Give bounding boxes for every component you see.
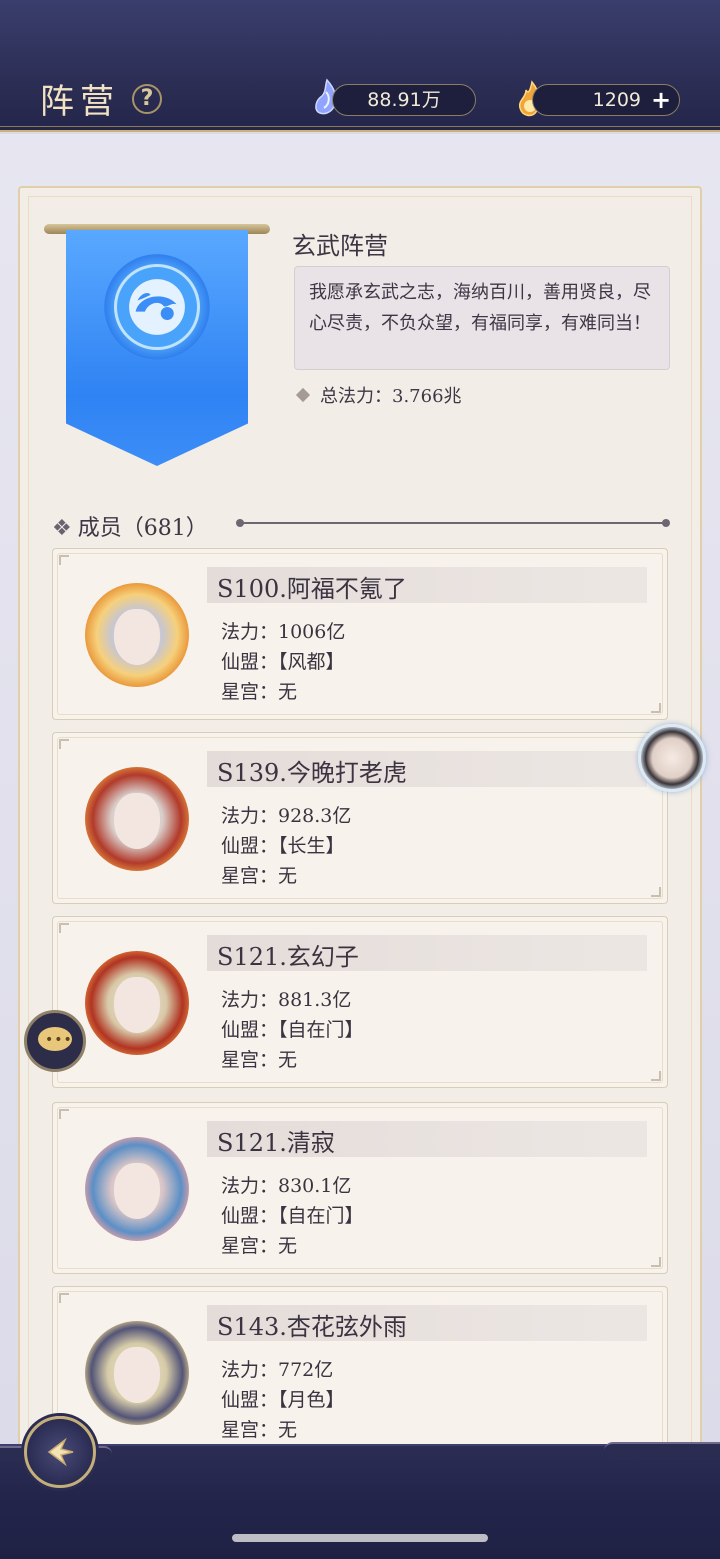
- members-divider: [236, 519, 670, 527]
- faction-total-power: 总法力：3.766兆: [295, 382, 462, 408]
- turtle-snake-emblem-icon: [114, 264, 200, 350]
- page-title: 阵营: [40, 82, 120, 122]
- member-card[interactable]: S121.玄幻子 法力：881.3亿 仙盟：【自在门】 星宫：无: [52, 916, 668, 1088]
- member-alliance: 仙盟：【长生】: [221, 835, 345, 857]
- member-name: S139.今晚打老虎: [217, 759, 407, 787]
- member-alliance: 仙盟：【风都】: [221, 651, 345, 673]
- member-palace: 星宫：无: [221, 1419, 298, 1441]
- member-avatar[interactable]: [85, 1137, 189, 1241]
- member-palace: 星宫：无: [221, 865, 298, 887]
- member-card[interactable]: S143.杏花弦外雨 法力：772亿 仙盟：【月色】 星宫：无: [52, 1286, 668, 1458]
- faction-banner: [44, 220, 270, 480]
- member-card[interactable]: S121.清寂 法力：830.1亿 仙盟：【自在门】 星宫：无: [52, 1102, 668, 1274]
- add-currency-button[interactable]: +: [649, 88, 673, 112]
- member-name: S143.杏花弦外雨: [217, 1313, 407, 1341]
- member-palace: 星宫：无: [221, 681, 298, 703]
- member-avatar[interactable]: [85, 583, 189, 687]
- home-indicator[interactable]: [232, 1534, 488, 1542]
- back-arrow-icon: [47, 1437, 74, 1467]
- soul-gem-value: 88.91万: [367, 89, 441, 111]
- flame-coin-counter: 1209 +: [532, 84, 680, 116]
- bottom-rail-right: [604, 1442, 720, 1460]
- member-card[interactable]: S100.阿福不氪了 法力：1006亿 仙盟：【风都】 星宫：无: [52, 548, 668, 720]
- member-avatar[interactable]: [85, 1321, 189, 1425]
- member-palace: 星宫：无: [221, 1049, 298, 1071]
- member-card[interactable]: S139.今晚打老虎 法力：928.3亿 仙盟：【长生】 星宫：无: [52, 732, 668, 904]
- help-icon[interactable]: ?: [132, 84, 162, 114]
- diamond-icon: [295, 387, 311, 403]
- member-power: 法力：772亿: [221, 1359, 334, 1381]
- member-alliance: 仙盟：【自在门】: [221, 1205, 364, 1227]
- soul-gem-counter: 88.91万: [332, 84, 476, 116]
- back-button[interactable]: [24, 1416, 96, 1488]
- faction-motto: 我愿承玄武之志，海纳百川，善用贤良，尽心尽责，不负众望，有福同享，有难同当！: [294, 266, 670, 370]
- members-header: ❖ 成员（681）: [52, 510, 208, 542]
- member-avatar[interactable]: [85, 767, 189, 871]
- member-name: S121.清寂: [217, 1129, 335, 1157]
- member-power: 法力：881.3亿: [221, 989, 352, 1011]
- member-power: 法力：830.1亿: [221, 1175, 352, 1197]
- member-power: 法力：1006亿: [221, 621, 346, 643]
- member-name: S100.阿福不氪了: [217, 575, 407, 603]
- member-palace: 星宫：无: [221, 1235, 298, 1257]
- member-alliance: 仙盟：【月色】: [221, 1389, 345, 1411]
- total-power-text: 总法力：3.766兆: [320, 386, 462, 407]
- members-header-icon: ❖: [52, 516, 72, 541]
- member-name: S121.玄幻子: [217, 943, 359, 971]
- members-count-label: 成员（681）: [77, 516, 208, 541]
- flame-coin-value: 1209: [592, 89, 641, 111]
- chat-button[interactable]: •••: [24, 1010, 86, 1072]
- faction-name: 玄武阵营: [292, 232, 388, 260]
- member-avatar[interactable]: [85, 951, 189, 1055]
- member-power: 法力：928.3亿: [221, 805, 352, 827]
- member-alliance: 仙盟：【自在门】: [221, 1019, 364, 1041]
- character-avatar-icon[interactable]: [638, 724, 706, 792]
